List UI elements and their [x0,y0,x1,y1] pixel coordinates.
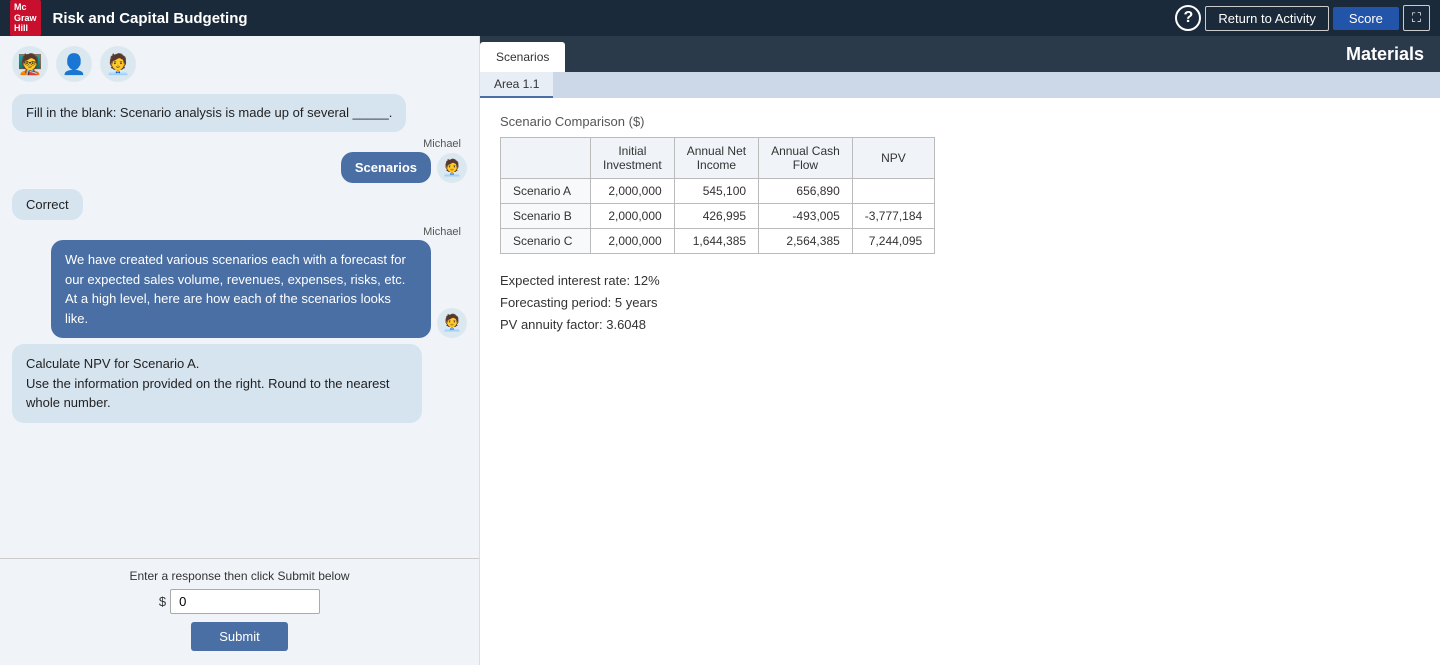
info-period: Forecasting period: 5 years [500,292,1420,314]
scenario-a-cash-flow: 656,890 [759,179,853,204]
scenario-b-label: Scenario B [501,204,591,229]
page-title: Risk and Capital Budgeting [53,10,1176,27]
scenario-a-npv [852,179,934,204]
avatar-1: 🧑‍🏫 [12,46,48,82]
user-answer-wrapper: Michael Scenarios 🧑‍💼 [12,138,467,183]
submit-button[interactable]: Submit [191,622,287,651]
right-panel: Scenarios Materials Area 1.1 Scenario Co… [480,36,1440,665]
navbar: Mc Graw Hill Risk and Capital Budgeting … [0,0,1440,36]
scenario-c-npv: 7,244,095 [852,229,934,254]
response-input[interactable] [170,589,320,614]
scenario-c-initial: 2,000,000 [591,229,675,254]
question-line1: Calculate NPV for Scenario A. [26,356,199,371]
scenario-a-net-income: 545,100 [674,179,758,204]
left-panel: 🧑‍🏫 👤 🧑‍💼 Fill in the blank: Scenario an… [0,36,480,665]
scenario-b-npv: -3,777,184 [852,204,934,229]
scenario-c-cash-flow: 2,564,385 [759,229,853,254]
col-header-net-income: Annual NetIncome [674,138,758,179]
chat-area: Fill in the blank: Scenario analysis is … [0,86,479,558]
tab-scenarios[interactable]: Scenarios [480,42,565,72]
col-header-label [501,138,591,179]
michael-message-bubble: We have created various scenarios each w… [51,240,431,338]
avatar-2: 👤 [56,46,92,82]
col-header-npv: NPV [852,138,934,179]
info-interest: Expected interest rate: 12% [500,270,1420,292]
avatar-3: 🧑‍💼 [100,46,136,82]
table-row: Scenario B 2,000,000 426,995 -493,005 -3… [501,204,935,229]
scenario-table: InitialInvestment Annual NetIncome Annua… [500,137,935,254]
info-pv: PV annuity factor: 3.6048 [500,314,1420,336]
scenario-a-label: Scenario A [501,179,591,204]
fill-blank-bubble: Fill in the blank: Scenario analysis is … [12,94,406,132]
input-row: $ [159,589,320,614]
user-label-1: Michael [423,138,461,150]
user-bubble-row: Scenarios 🧑‍💼 [341,152,467,183]
mcgrawhill-logo: Mc Graw Hill [10,0,41,36]
input-area: Enter a response then click Submit below… [0,558,479,665]
col-header-initial: InitialInvestment [591,138,675,179]
score-button[interactable]: Score [1333,7,1399,30]
fill-blank-text: Fill in the blank: Scenario analysis is … [26,105,392,120]
michael-message-text: We have created various scenarios each w… [65,252,406,326]
scenario-a-initial: 2,000,000 [591,179,675,204]
input-label: Enter a response then click Submit below [129,569,349,583]
return-to-activity-button[interactable]: Return to Activity [1205,6,1329,31]
table-row: Scenario A 2,000,000 545,100 656,890 [501,179,935,204]
question-line2: Use the information provided on the righ… [26,376,390,411]
scenario-b-cash-flow: -493,005 [759,204,853,229]
materials-title: Materials [565,36,1440,72]
main-container: 🧑‍🏫 👤 🧑‍💼 Fill in the blank: Scenario an… [0,36,1440,665]
correct-bubble: Correct [12,189,83,220]
navbar-actions: ? Return to Activity Score ⛶ [1175,5,1430,31]
table-row: Scenario C 2,000,000 1,644,385 2,564,385… [501,229,935,254]
expand-button[interactable]: ⛶ [1403,5,1430,31]
question-bubble: Calculate NPV for Scenario A. Use the in… [12,344,422,423]
help-button[interactable]: ? [1175,5,1201,31]
avatar-michael-1: 🧑‍💼 [437,153,467,183]
tabs-title-row: Scenarios Materials [480,36,1440,72]
michael-bubble-row: We have created various scenarios each w… [51,240,467,338]
avatars-row: 🧑‍🏫 👤 🧑‍💼 [0,36,479,86]
dollar-sign: $ [159,594,166,609]
scenario-c-label: Scenario C [501,229,591,254]
tabs-section: Scenarios [480,36,565,72]
scenario-c-net-income: 1,644,385 [674,229,758,254]
avatar-michael-2: 🧑‍💼 [437,308,467,338]
col-header-cash-flow: Annual CashFlow [759,138,853,179]
michael-message-wrapper: Michael We have created various scenario… [12,226,467,338]
user-answer-bubble: Scenarios [341,152,431,183]
sub-tabs-row: Area 1.1 [480,72,1440,98]
scenario-b-initial: 2,000,000 [591,204,675,229]
info-section: Expected interest rate: 12% Forecasting … [500,270,1420,336]
table-title: Scenario Comparison ($) [500,114,1420,129]
correct-text: Correct [26,197,69,212]
materials-content: Scenario Comparison ($) InitialInvestmen… [480,98,1440,665]
michael-label-2: Michael [423,226,461,238]
sub-tab-area[interactable]: Area 1.1 [480,72,553,98]
scenario-b-net-income: 426,995 [674,204,758,229]
